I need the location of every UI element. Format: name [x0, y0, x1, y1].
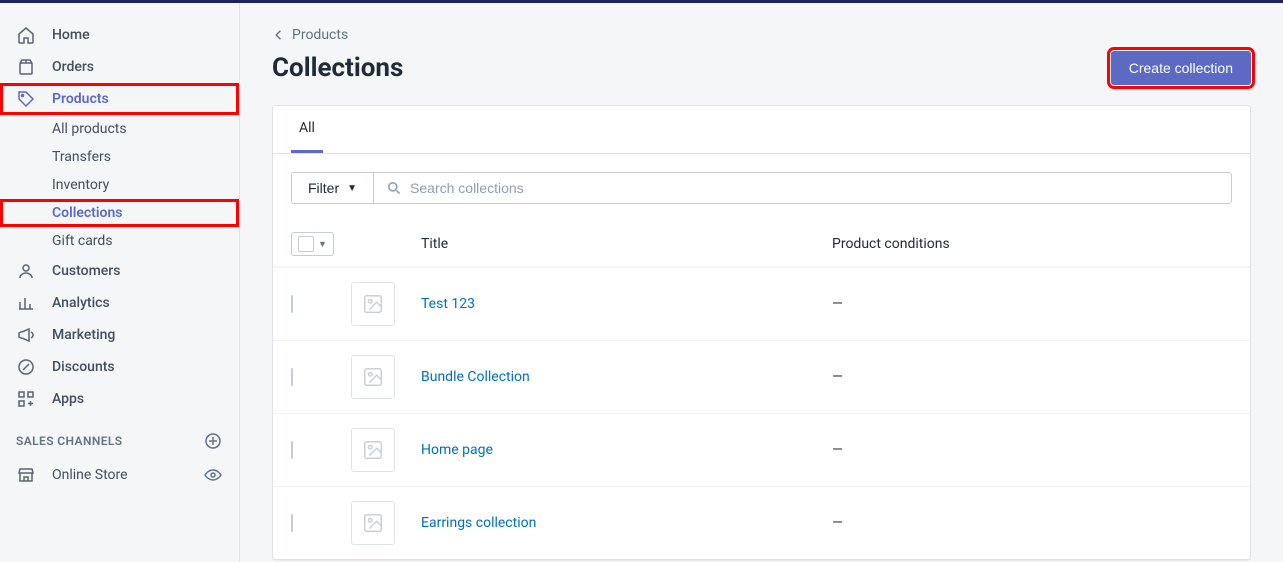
sales-channels-header: SALES CHANNELS — [0, 415, 239, 459]
sidebar-item-label: Discounts — [52, 359, 115, 375]
caret-down-icon: ▼ — [318, 239, 327, 250]
home-icon — [16, 25, 36, 45]
collection-link[interactable]: Test 123 — [421, 296, 475, 312]
sidebar: Home Orders Products All products Transf… — [0, 3, 240, 562]
table-row: Bundle Collection — — [273, 340, 1250, 413]
sidebar-item-label: Home — [52, 27, 90, 43]
orders-icon — [16, 57, 36, 77]
image-placeholder-icon — [351, 428, 395, 472]
row-checkbox[interactable] — [291, 441, 293, 459]
image-placeholder-icon — [351, 282, 395, 326]
collection-link[interactable]: Earrings collection — [421, 515, 536, 531]
page-title: Collections — [272, 53, 403, 83]
sidebar-item-customers[interactable]: Customers — [0, 255, 239, 287]
image-placeholder-icon — [351, 501, 395, 545]
tabs: All — [273, 106, 1250, 154]
main-content: Products Collections Create collection A… — [240, 3, 1283, 562]
breadcrumb[interactable]: Products — [272, 27, 1251, 43]
customer-icon — [16, 261, 36, 281]
sidebar-subitem-collections[interactable]: Collections — [0, 199, 239, 227]
table-row: Test 123 — — [273, 267, 1250, 340]
sidebar-item-label: Apps — [52, 391, 84, 407]
chevron-left-icon — [272, 28, 286, 42]
collections-card: All Filter ▼ ▼ — [272, 105, 1251, 560]
collection-link[interactable]: Bundle Collection — [421, 369, 530, 385]
tab-all[interactable]: All — [291, 106, 323, 153]
apps-icon — [16, 389, 36, 409]
row-conditions: — — [832, 442, 1232, 458]
sidebar-item-label: Marketing — [52, 327, 115, 343]
sidebar-item-products[interactable]: Products — [0, 83, 239, 115]
caret-down-icon: ▼ — [347, 183, 357, 194]
sidebar-item-marketing[interactable]: Marketing — [0, 319, 239, 351]
row-checkbox[interactable] — [291, 514, 293, 532]
analytics-icon — [16, 293, 36, 313]
sidebar-item-apps[interactable]: Apps — [0, 383, 239, 415]
th-title: Title — [421, 236, 832, 252]
sidebar-item-label: Products — [52, 91, 109, 107]
select-all-checkbox[interactable]: ▼ — [291, 232, 334, 256]
table-row: Earrings collection — — [273, 486, 1250, 559]
sidebar-subitem-transfers[interactable]: Transfers — [0, 143, 239, 171]
table-row: Home page — — [273, 413, 1250, 486]
add-channel-icon[interactable] — [203, 431, 223, 451]
sidebar-item-label: Analytics — [52, 295, 110, 311]
sidebar-item-orders[interactable]: Orders — [0, 51, 239, 83]
megaphone-icon — [16, 325, 36, 345]
th-conditions: Product conditions — [832, 236, 1232, 252]
search-icon — [386, 180, 402, 196]
sidebar-item-label: Orders — [52, 59, 94, 75]
row-conditions: — — [832, 296, 1232, 312]
sidebar-item-home[interactable]: Home — [0, 19, 239, 51]
sidebar-subitem-inventory[interactable]: Inventory — [0, 171, 239, 199]
sidebar-subitem-gift-cards[interactable]: Gift cards — [0, 227, 239, 255]
row-checkbox[interactable] — [291, 368, 293, 386]
tag-icon — [16, 89, 36, 109]
store-icon — [16, 465, 36, 485]
filter-button[interactable]: Filter ▼ — [291, 172, 374, 204]
row-checkbox[interactable] — [291, 295, 293, 313]
row-conditions: — — [832, 369, 1232, 385]
search-input[interactable] — [410, 180, 1219, 196]
sidebar-subitem-all-products[interactable]: All products — [0, 115, 239, 143]
discount-icon — [16, 357, 36, 377]
create-collection-button[interactable]: Create collection — [1111, 51, 1251, 85]
eye-icon[interactable] — [203, 465, 223, 485]
collection-link[interactable]: Home page — [421, 442, 493, 458]
sidebar-item-label: Customers — [52, 263, 120, 279]
sidebar-item-discounts[interactable]: Discounts — [0, 351, 239, 383]
channel-label: Online Store — [52, 467, 128, 483]
channel-online-store[interactable]: Online Store — [0, 459, 239, 491]
search-collections[interactable] — [374, 172, 1232, 204]
row-conditions: — — [832, 515, 1232, 531]
table-header: ▼ Title Product conditions — [273, 222, 1250, 267]
sidebar-item-analytics[interactable]: Analytics — [0, 287, 239, 319]
image-placeholder-icon — [351, 355, 395, 399]
